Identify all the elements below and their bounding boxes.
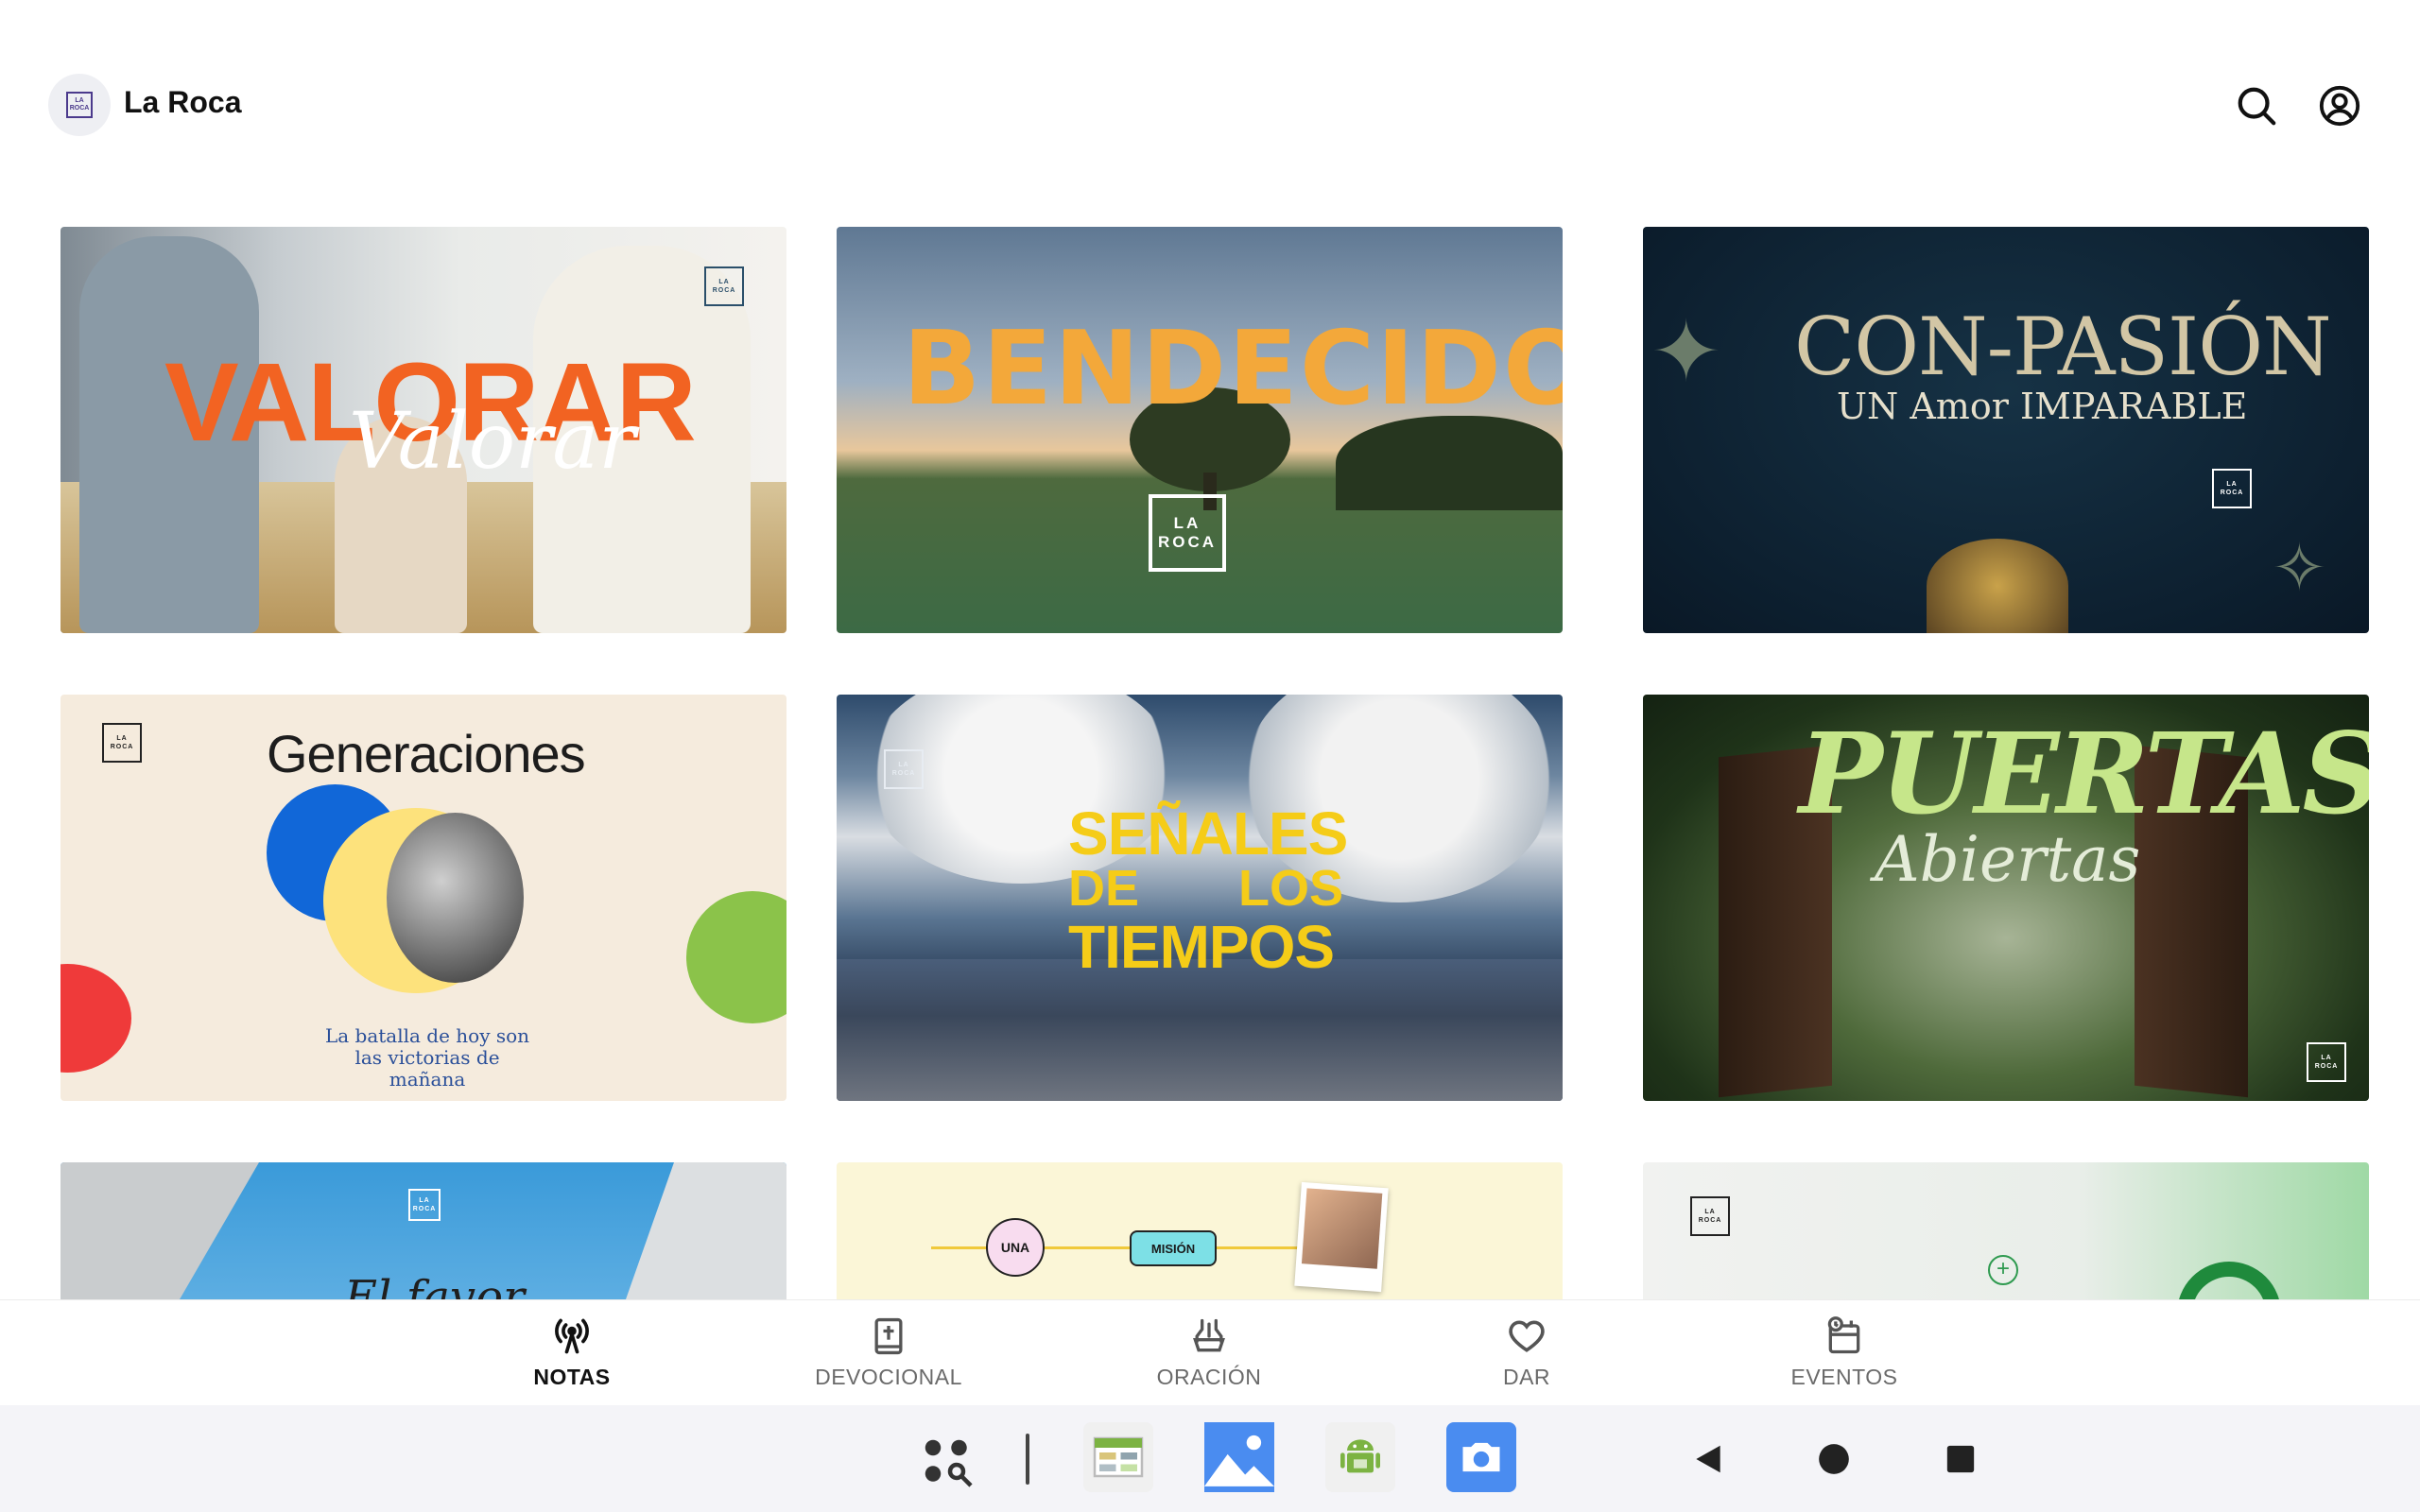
card-subtitle: UN Amor IMPARABLE bbox=[1837, 386, 2248, 427]
la-roca-mark-icon: LA ROCA bbox=[884, 749, 924, 789]
series-card-valorar[interactable]: VALORAR Valorar LA ROCA bbox=[60, 227, 786, 633]
series-card-bendecidos[interactable]: BENDECIDOS LAROCA bbox=[837, 227, 1563, 633]
calendar-clock-icon bbox=[1827, 1316, 1860, 1354]
card-subtitle: La batalla de hoy son las victorias de m… bbox=[324, 1024, 530, 1091]
la-roca-mark-icon: LA ROCA bbox=[2212, 469, 2252, 508]
android-app-icon bbox=[1340, 1439, 1380, 1473]
series-card-generaciones[interactable]: Generaciones La batalla de hoy son las v… bbox=[60, 695, 786, 1101]
sermon-series-grid: VALORAR Valorar LAROCA BENDECIDOS LAROCA… bbox=[0, 0, 2420, 1299]
tab-devocional[interactable]: DEVOCIONAL bbox=[794, 1315, 983, 1397]
card-title-line: LOS bbox=[1238, 860, 1344, 917]
card-title: Generaciones bbox=[267, 724, 586, 783]
sheets-app-button[interactable] bbox=[1083, 1422, 1153, 1492]
heart-icon bbox=[1509, 1320, 1545, 1352]
series-card-senales[interactable]: SEÑALES DE LOS TIEMPOS LA ROCA bbox=[837, 695, 1563, 1101]
series-card-puertas[interactable]: PUERTAS Abiertas LA ROCA bbox=[1643, 695, 2369, 1101]
green-ring bbox=[2177, 1262, 2281, 1299]
bible-icon bbox=[874, 1317, 903, 1355]
sparkle-icon: ✧ bbox=[2272, 531, 2327, 605]
taskbar-divider bbox=[1026, 1434, 1029, 1485]
la-roca-mark-icon: LA ROCA bbox=[2307, 1042, 2346, 1082]
red-circle bbox=[60, 964, 131, 1073]
system-navigation-bar bbox=[0, 1405, 2420, 1512]
bottom-navigation: NOTAS DEVOCIONAL ORACIÓN DAR EVENTOS bbox=[0, 1299, 2420, 1405]
tab-eventos[interactable]: EVENTOS bbox=[1750, 1315, 1939, 1397]
recents-button[interactable] bbox=[1935, 1434, 1986, 1485]
card-title: PUERTAS bbox=[1799, 708, 2369, 839]
plus-circle-icon: + bbox=[1988, 1255, 2018, 1285]
broadcast-icon bbox=[555, 1318, 589, 1354]
camera-app-icon bbox=[1462, 1442, 1500, 1472]
treeline bbox=[1336, 416, 1563, 510]
gallery-app-icon bbox=[1204, 1422, 1274, 1492]
polaroid-photo bbox=[1294, 1181, 1389, 1293]
home-icon bbox=[1819, 1444, 1849, 1474]
android-app-button[interactable] bbox=[1325, 1422, 1395, 1492]
tab-label: ORACIÓN bbox=[1156, 1365, 1262, 1389]
tab-oracion[interactable]: ORACIÓN bbox=[1115, 1315, 1304, 1397]
praying-hands-icon bbox=[1193, 1318, 1225, 1352]
la-roca-mark-icon: LA ROCA bbox=[704, 266, 744, 306]
card-title: BENDECIDOS bbox=[903, 310, 1563, 428]
card-title-line: SEÑALES bbox=[1068, 799, 1348, 868]
green-circle bbox=[686, 891, 786, 1023]
camera-app-button[interactable] bbox=[1446, 1422, 1516, 1492]
app-drawer-icon bbox=[925, 1439, 973, 1487]
card-title-line: DE bbox=[1068, 860, 1140, 917]
series-card-con-pasion[interactable]: ✦ ✧ CON-PASIÓN UN Amor IMPARABLE LA ROCA bbox=[1643, 227, 2369, 633]
recents-icon bbox=[1946, 1445, 1975, 1473]
tab-label: DEVOCIONAL bbox=[815, 1365, 962, 1389]
chip-una: UNA bbox=[986, 1218, 1045, 1277]
gallery-app-button[interactable] bbox=[1204, 1422, 1274, 1492]
card-subtitle: Valorar bbox=[349, 397, 636, 487]
la-roca-mark-icon: LA ROCA bbox=[1690, 1196, 1730, 1236]
building-wall bbox=[60, 1162, 259, 1299]
generations-photo bbox=[387, 813, 524, 983]
home-button[interactable] bbox=[1808, 1434, 1859, 1485]
sheets-app-icon bbox=[1093, 1436, 1144, 1478]
sparkle-icon: ✦ bbox=[1651, 305, 1722, 400]
card-title: CON-PASIÓN bbox=[1794, 301, 2332, 393]
app-drawer-button[interactable] bbox=[917, 1432, 977, 1492]
tab-notas[interactable]: NOTAS bbox=[477, 1315, 666, 1397]
back-icon bbox=[1696, 1445, 1720, 1473]
la-roca-mark-icon: LA ROCA bbox=[408, 1189, 441, 1221]
card-subtitle: Abiertas bbox=[1875, 823, 2141, 896]
card-title: El favor bbox=[344, 1271, 525, 1299]
card-title-line: TIEMPOS bbox=[1068, 913, 1335, 981]
series-card-una-mision[interactable]: UNA MISIÓN bbox=[837, 1162, 1563, 1299]
building-wall bbox=[626, 1162, 786, 1299]
la-roca-mark-icon: LA ROCA bbox=[102, 723, 142, 763]
nativity-illustration bbox=[1927, 539, 2068, 633]
series-card-el-favor[interactable]: LA ROCA El favor bbox=[60, 1162, 786, 1299]
tab-label: EVENTOS bbox=[1790, 1365, 1898, 1389]
tab-label: NOTAS bbox=[533, 1365, 611, 1389]
chip-mision: MISIÓN bbox=[1130, 1230, 1217, 1266]
series-card-green[interactable]: LA ROCA + bbox=[1643, 1162, 2369, 1299]
la-roca-mark-icon: LA ROCA bbox=[1149, 494, 1226, 572]
tab-label: DAR bbox=[1502, 1365, 1551, 1389]
tab-dar[interactable]: DAR bbox=[1432, 1315, 1621, 1397]
back-button[interactable] bbox=[1683, 1434, 1734, 1485]
